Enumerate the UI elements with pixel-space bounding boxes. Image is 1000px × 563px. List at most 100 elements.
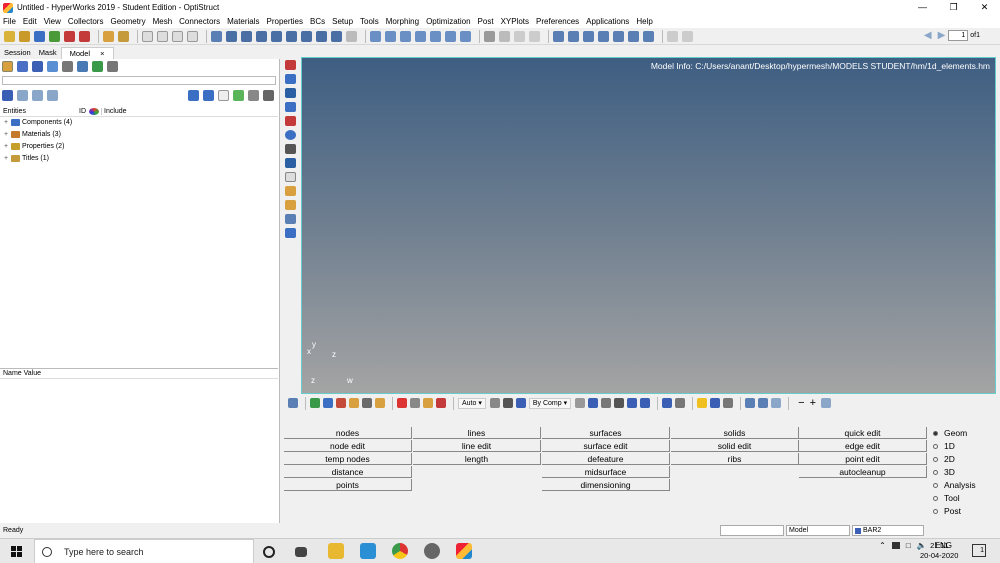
layout-6-icon[interactable] [628, 30, 639, 42]
settings-icon[interactable] [424, 543, 440, 559]
panel-edge-edit[interactable]: edge edit [799, 440, 927, 452]
create-component-icon[interactable] [285, 60, 296, 70]
layout-4-icon[interactable] [598, 30, 609, 42]
id-column[interactable]: ID [79, 108, 89, 115]
star-icon[interactable] [697, 398, 708, 408]
tab-close-icon[interactable]: × [96, 48, 108, 59]
layout-1-icon[interactable] [553, 30, 564, 42]
task-view-icon[interactable] [295, 547, 307, 557]
include-column[interactable]: Include [101, 108, 127, 115]
property-icon[interactable] [285, 102, 296, 112]
include-view-icon[interactable] [92, 61, 103, 72]
plus-icon[interactable]: + [810, 397, 816, 409]
group-icon[interactable] [514, 30, 525, 42]
cortana-icon[interactable] [263, 546, 275, 558]
view-xy-icon[interactable] [241, 30, 252, 42]
save-model-icon[interactable] [34, 30, 45, 42]
entity-display-icon[interactable] [288, 398, 298, 408]
menu-mesh[interactable]: Mesh [153, 17, 173, 26]
vertical-arrows-icon[interactable] [445, 30, 456, 42]
chevron-up-icon[interactable]: ⌃ [879, 541, 886, 550]
copy-icon[interactable] [484, 30, 495, 42]
menu-help[interactable]: Help [636, 17, 652, 26]
pin-icon[interactable] [436, 398, 446, 408]
layout-7-icon[interactable] [643, 30, 654, 42]
expand-icon[interactable]: + [4, 119, 11, 126]
view-bottom-icon[interactable] [316, 30, 327, 42]
expand-icon[interactable]: + [4, 155, 11, 162]
pan-icon[interactable] [400, 30, 411, 42]
hyperworks-icon[interactable] [456, 543, 472, 559]
open-model-icon[interactable] [19, 30, 30, 42]
new-model-icon[interactable] [4, 30, 15, 42]
collapse-icon[interactable] [32, 89, 43, 101]
layout-5-icon[interactable] [613, 30, 624, 42]
mesh-display-icon[interactable] [575, 398, 586, 408]
show-icon[interactable] [233, 89, 244, 101]
menu-setup[interactable]: Setup [332, 17, 353, 26]
panel-point-edit[interactable]: point edit [799, 453, 927, 465]
wrench-icon[interactable] [675, 398, 686, 408]
rotate-icon[interactable] [460, 30, 471, 42]
panel-defeature[interactable]: defeature [542, 453, 670, 465]
display-icon[interactable] [142, 30, 153, 42]
network-icon[interactable]: □ [906, 541, 911, 550]
find-icon[interactable] [423, 398, 433, 408]
panel-line-edit[interactable]: line edit [413, 440, 541, 452]
panel-surfaces[interactable]: surfaces [542, 427, 670, 439]
expand-icon[interactable]: + [4, 131, 11, 138]
menu-tools[interactable]: Tools [360, 17, 379, 26]
view-zx-icon[interactable] [271, 30, 282, 42]
panel-solids[interactable]: solids [671, 427, 799, 439]
material-icon[interactable] [285, 88, 296, 98]
radio-2d[interactable]: 2D [933, 454, 955, 464]
return-icon[interactable] [771, 398, 782, 408]
tree-item-titles[interactable]: + Titles (1) [4, 155, 49, 162]
system-icon[interactable] [285, 214, 296, 224]
diamond-icon[interactable] [614, 398, 625, 408]
auto-dropdown[interactable]: Auto ▾ [458, 397, 486, 409]
show-system-icon[interactable] [362, 398, 372, 408]
shading-icon[interactable] [489, 398, 500, 408]
tab-session[interactable]: Session [0, 47, 35, 59]
arrow-right-icon[interactable] [758, 398, 769, 408]
show-material-icon[interactable] [336, 398, 346, 408]
tree-item-materials[interactable]: + Materials (3) [4, 131, 61, 138]
radio-analysis[interactable]: Analysis [933, 480, 976, 490]
redo-icon[interactable] [682, 30, 693, 42]
surface-display-icon[interactable] [627, 398, 638, 408]
undo-icon[interactable] [667, 30, 678, 42]
menu-collectors[interactable]: Collectors [68, 17, 104, 26]
model-view-icon[interactable] [2, 61, 13, 72]
panel-ribs[interactable]: ribs [671, 453, 799, 465]
graphics-viewport[interactable]: Model Info: C:/Users/anant/Desktop/hyper… [301, 57, 996, 394]
panel-dimensioning[interactable]: dimensioning [542, 479, 670, 491]
menu-edit[interactable]: Edit [23, 17, 37, 26]
output-block-icon[interactable] [285, 158, 296, 168]
file-explorer-icon[interactable] [328, 543, 344, 559]
view-top-icon[interactable] [301, 30, 312, 42]
by-comp-dropdown[interactable]: By Comp ▾ [528, 397, 572, 409]
window-icon[interactable] [172, 30, 183, 42]
menu-morphing[interactable]: Morphing [386, 17, 419, 26]
shaded-icon[interactable] [515, 398, 526, 408]
panel-length[interactable]: length [413, 453, 541, 465]
layout-3-icon[interactable] [583, 30, 594, 42]
battery-icon[interactable] [891, 542, 900, 549]
chrome-icon[interactable] [392, 543, 408, 559]
menu-properties[interactable]: Properties [267, 17, 303, 26]
component-view-icon[interactable] [17, 61, 28, 72]
tab-model[interactable]: Model × [60, 47, 114, 59]
delete-icon[interactable] [397, 398, 407, 408]
show-all-icon[interactable] [310, 398, 320, 408]
tab-mask[interactable]: Mask [35, 47, 61, 59]
minus-icon[interactable]: − [798, 397, 804, 409]
radio-post[interactable]: Post [933, 506, 961, 516]
entities-column[interactable]: Entities [0, 108, 79, 115]
show-load-icon[interactable] [375, 398, 385, 408]
set-view-icon[interactable] [77, 61, 88, 72]
curve-icon[interactable] [285, 172, 296, 182]
refresh-icon[interactable] [821, 398, 832, 408]
taskbar-search[interactable]: Type here to search [34, 539, 254, 563]
windows-start-icon[interactable] [11, 546, 22, 557]
